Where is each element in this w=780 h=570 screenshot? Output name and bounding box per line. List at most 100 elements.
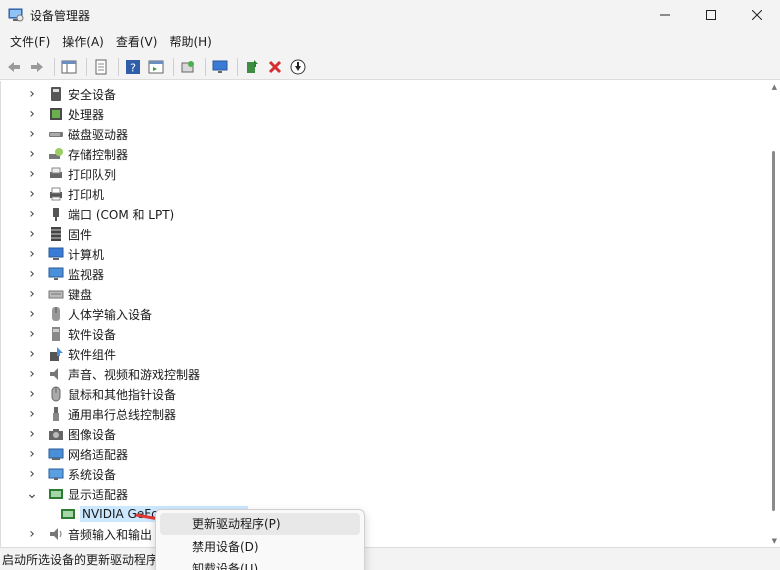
toolbar-separator (118, 57, 119, 76)
close-button[interactable] (734, 0, 780, 30)
scroll-down-icon[interactable]: ▼ (772, 537, 777, 545)
vertical-scrollbar[interactable]: ▲ ▼ (766, 81, 780, 547)
close-icon (752, 10, 762, 20)
tree-category-item[interactable]: › 系统设备 (1, 464, 116, 484)
context-menu-disable-device[interactable]: 禁用设备(D) (160, 536, 360, 558)
chevron-right-icon[interactable]: › (25, 86, 39, 102)
system-device-icon (48, 468, 64, 480)
chevron-right-icon[interactable]: › (25, 206, 39, 222)
chevron-right-icon[interactable]: › (25, 326, 39, 342)
update-driver-toolbar-button[interactable] (242, 57, 262, 77)
tree-category-item[interactable]: › 软件设备 (1, 324, 116, 344)
help-button[interactable]: ? (123, 57, 143, 77)
scan-hardware-button[interactable] (178, 57, 198, 77)
maximize-icon (706, 10, 716, 20)
tree-category-item[interactable]: ⌄ 显示适配器 (1, 484, 128, 504)
chevron-right-icon[interactable]: › (25, 246, 39, 262)
tree-category-item[interactable]: › 处理器 (1, 104, 104, 124)
scroll-up-icon[interactable]: ▲ (772, 83, 777, 91)
menu-view[interactable]: 查看(V) (110, 31, 164, 53)
tree-category-item[interactable]: › 键盘 (1, 284, 92, 304)
software-component-icon (50, 347, 63, 361)
chevron-right-icon[interactable]: › (25, 186, 39, 202)
menu-help[interactable]: 帮助(H) (163, 31, 217, 53)
tree-item-label: 软件组件 (68, 347, 117, 362)
maximize-button[interactable] (688, 0, 734, 30)
chevron-right-icon[interactable]: › (25, 406, 39, 422)
help-icon: ? (126, 59, 140, 74)
tree-category-item[interactable]: › 固件 (1, 224, 92, 244)
chevron-right-icon[interactable]: › (25, 286, 39, 302)
minimize-icon (660, 14, 670, 16)
tree-category-item[interactable]: › 计算机 (1, 244, 104, 264)
security-device-icon (51, 87, 61, 101)
toolbar-separator (205, 57, 206, 76)
device-tree-pane[interactable]: › 安全设备 › 处理器 › 磁盘驱动器 › 存储控制器 › 打印队列 › 打印机 › 端口 (COM 和… (0, 81, 780, 547)
delete-icon (268, 60, 282, 73)
uninstall-device-toolbar-button[interactable] (265, 57, 285, 77)
action-pane-button[interactable] (146, 57, 166, 77)
usb-icon (53, 407, 59, 421)
menu-file[interactable]: 文件(F) (4, 31, 56, 53)
device-manager-icon (8, 8, 24, 22)
chevron-right-icon[interactable]: › (25, 106, 39, 122)
chevron-right-icon[interactable]: › (25, 366, 39, 382)
toolbar-separator (86, 57, 87, 76)
tree-category-item[interactable]: › 安全设备 (1, 84, 116, 104)
action-pane-icon (148, 60, 164, 73)
toolbar-separator (54, 57, 55, 76)
chevron-right-icon[interactable]: › (25, 266, 39, 282)
tree-item-label: 网络适配器 (68, 447, 129, 462)
chevron-right-icon[interactable]: › (25, 446, 39, 462)
chevron-right-icon[interactable]: › (25, 166, 39, 182)
audio-io-icon (50, 528, 62, 540)
context-menu-uninstall-device[interactable]: 卸载设备(U) (160, 558, 360, 570)
chevron-right-icon[interactable]: › (25, 466, 39, 482)
software-device-icon (52, 327, 60, 341)
tree-item-label: 监视器 (68, 267, 105, 282)
context-menu-update-driver[interactable]: 更新驱动程序(P) (160, 513, 360, 535)
chevron-down-icon[interactable]: ⌄ (25, 486, 39, 502)
tree-category-item[interactable]: › 磁盘驱动器 (1, 124, 128, 144)
tree-item-label: 人体学输入设备 (68, 307, 153, 322)
tree-category-item[interactable]: › 打印队列 (1, 164, 116, 184)
computer-view-button[interactable] (210, 57, 230, 77)
context-menu: 更新驱动程序(P) 禁用设备(D) 卸载设备(U) (155, 509, 365, 570)
keyboard-icon (48, 290, 64, 299)
tree-category-item[interactable]: › 打印机 (1, 184, 104, 204)
menu-bar: 文件(F) 操作(A) 查看(V) 帮助(H) (0, 30, 780, 54)
chevron-right-icon[interactable]: › (25, 306, 39, 322)
scrollbar-thumb[interactable] (772, 151, 775, 511)
tree-item-label: 键盘 (68, 287, 93, 302)
back-button[interactable] (4, 57, 24, 77)
chevron-right-icon[interactable]: › (25, 126, 39, 142)
properties-button[interactable] (91, 57, 111, 77)
forward-arrow-icon (31, 61, 43, 72)
tree-category-item[interactable]: › 声音、视频和游戏控制器 (1, 364, 200, 384)
chevron-right-icon[interactable]: › (25, 226, 39, 242)
chevron-right-icon[interactable]: › (25, 346, 39, 362)
chevron-right-icon[interactable]: › (25, 526, 39, 542)
tree-category-item[interactable]: › 存储控制器 (1, 144, 128, 164)
tree-category-item[interactable]: › 通用串行总线控制器 (1, 404, 176, 424)
tree-category-item[interactable]: › 端口 (COM 和 LPT) (1, 204, 174, 224)
firmware-icon (51, 227, 61, 241)
tree-category-item[interactable]: › 监视器 (1, 264, 104, 284)
chevron-right-icon[interactable]: › (25, 386, 39, 402)
menu-action[interactable]: 操作(A) (56, 31, 110, 53)
chevron-right-icon[interactable]: › (25, 146, 39, 162)
tree-category-item[interactable]: › 网络适配器 (1, 444, 128, 464)
tree-category-item[interactable]: › 鼠标和其他指针设备 (1, 384, 176, 404)
tree-category-item[interactable]: › 软件组件 (1, 344, 116, 364)
chevron-right-icon[interactable]: › (25, 426, 39, 442)
tree-category-item[interactable]: › 人体学输入设备 (1, 304, 152, 324)
status-bar: 启动所选设备的更新驱动程序 (0, 547, 780, 570)
tree-category-item[interactable]: › 图像设备 (1, 424, 116, 444)
minimize-button[interactable] (642, 0, 688, 30)
enable-device-toolbar-button[interactable] (288, 57, 308, 77)
forward-button[interactable] (27, 57, 47, 77)
show-hide-console-tree-button[interactable] (59, 57, 79, 77)
computer-icon (48, 247, 64, 260)
tree-item-label: 图像设备 (68, 427, 117, 442)
back-arrow-icon (8, 61, 20, 72)
